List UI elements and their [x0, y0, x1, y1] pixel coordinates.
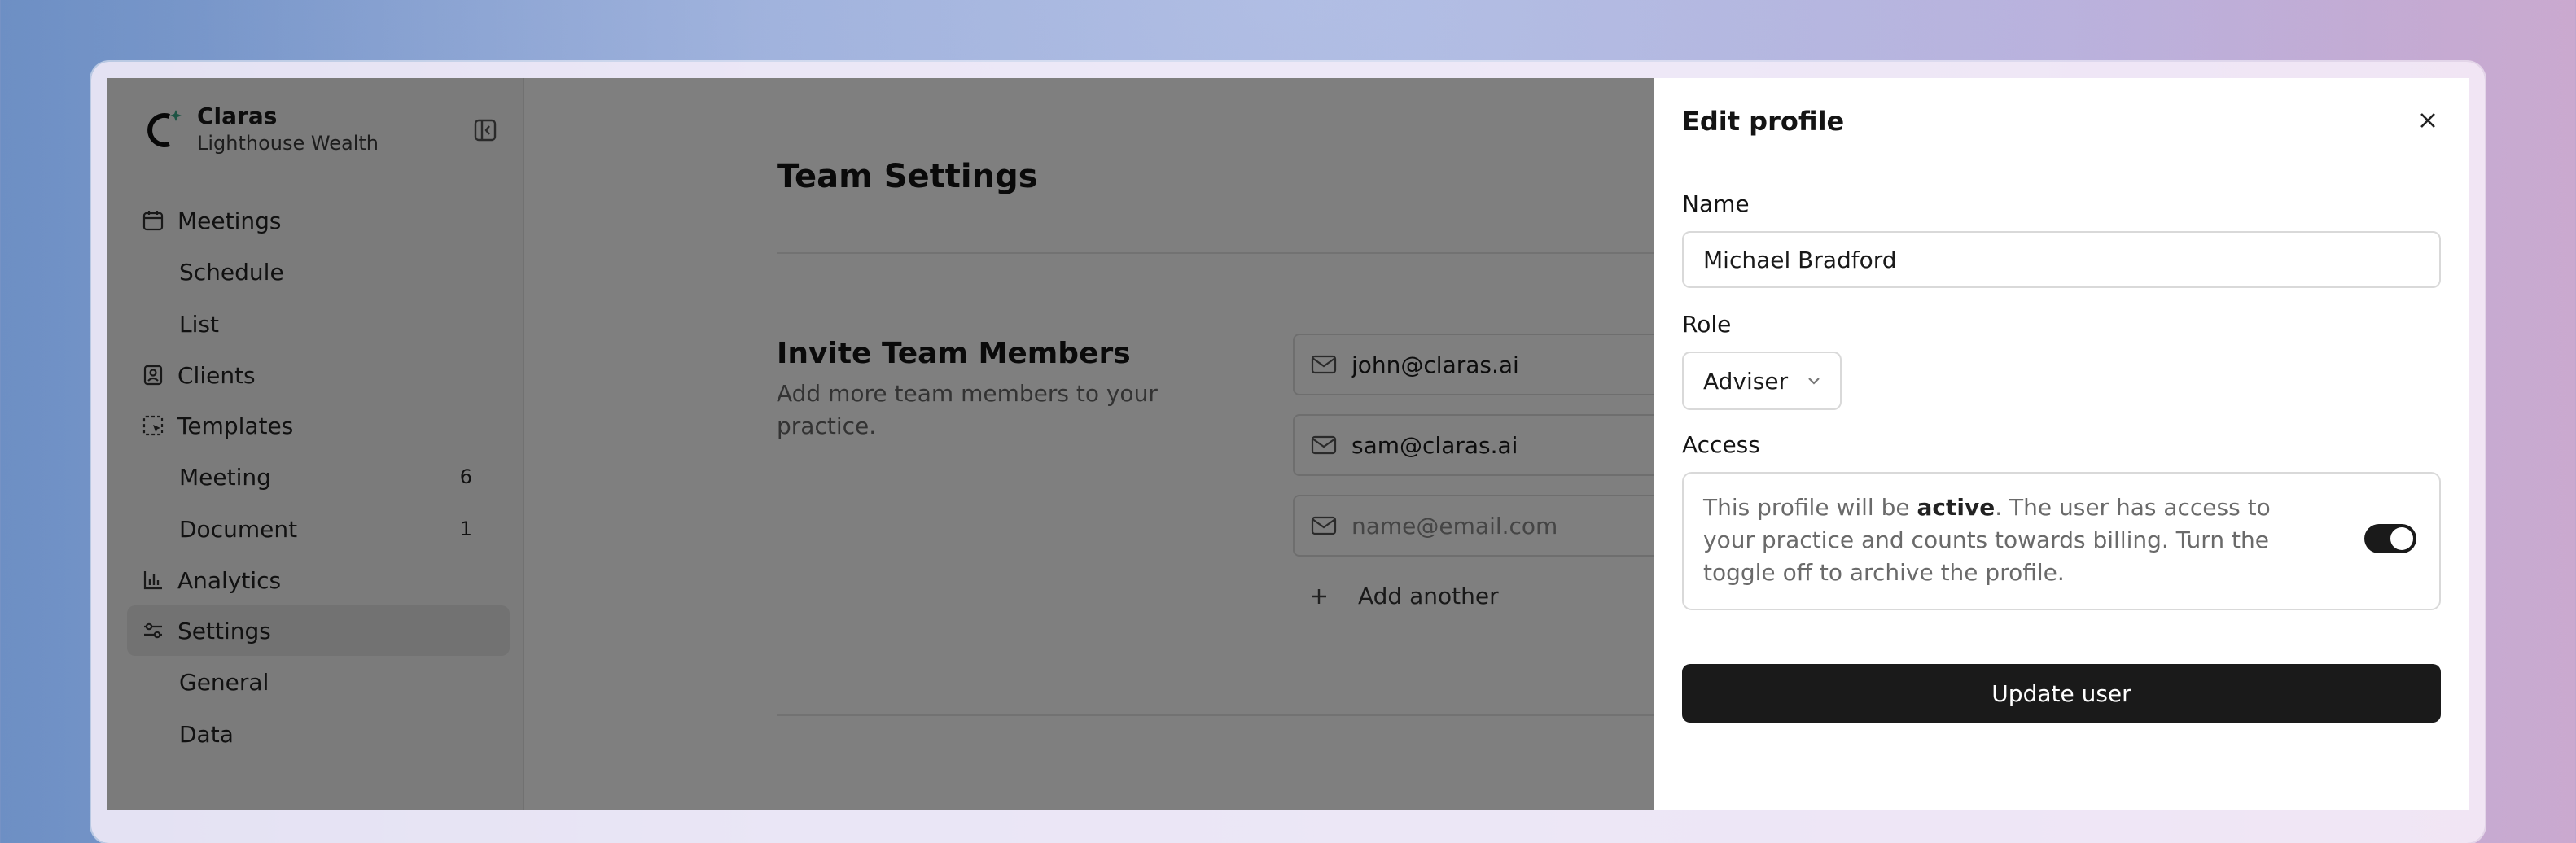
toggle-knob: [2390, 527, 2413, 550]
update-user-button[interactable]: Update user: [1682, 664, 2441, 723]
close-icon[interactable]: [2412, 104, 2444, 137]
name-label: Name: [1682, 190, 1750, 217]
access-status: active: [1917, 494, 1996, 521]
access-text-part: This profile will be: [1703, 494, 1917, 521]
modal-overlay-sidebar[interactable]: [107, 78, 524, 810]
role-select[interactable]: Adviser: [1682, 352, 1842, 410]
access-description: This profile will be active. The user ha…: [1703, 491, 2322, 589]
access-label: Access: [1682, 431, 1760, 458]
role-value: Adviser: [1703, 367, 1789, 395]
role-label: Role: [1682, 311, 1732, 338]
drawer-title: Edit profile: [1682, 106, 1845, 137]
access-toggle[interactable]: [2364, 524, 2416, 553]
edit-profile-drawer: Edit profile Name Role Adviser Access Th…: [1654, 78, 2469, 810]
chevron-down-icon: [1804, 371, 1824, 391]
access-card: This profile will be active. The user ha…: [1682, 472, 2441, 610]
name-field[interactable]: [1682, 231, 2441, 288]
